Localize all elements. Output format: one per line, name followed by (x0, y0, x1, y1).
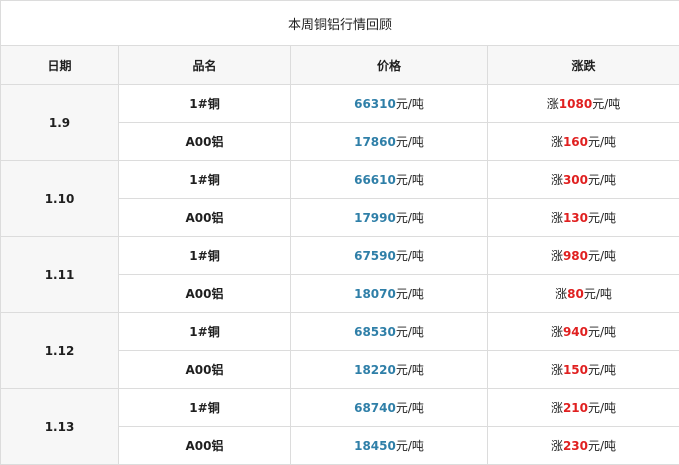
date-cell: 1.11 (0, 236, 119, 313)
date-cell: 1.13 (0, 388, 119, 465)
change-prefix: 涨 (550, 439, 563, 453)
price-unit: 元/吨 (395, 287, 424, 301)
change-prefix: 涨 (550, 325, 563, 339)
price-value: 68740 (354, 401, 396, 415)
price-unit: 元/吨 (395, 363, 424, 377)
header-date: 日期 (0, 45, 119, 85)
product-cell: 1#铜 (118, 160, 291, 199)
change-prefix: 涨 (550, 363, 563, 377)
price-value: 68530 (354, 325, 396, 339)
price-value: 66610 (354, 173, 396, 187)
product-cell: 1#铜 (118, 84, 291, 123)
price-unit: 元/吨 (395, 211, 424, 225)
price-value: 17860 (354, 135, 396, 149)
header-row: 日期 品名 价格 涨跌 (0, 45, 679, 85)
price-unit: 元/吨 (395, 173, 424, 187)
price-value: 17990 (354, 211, 396, 225)
price-value: 18070 (354, 287, 396, 301)
change-unit: 元/吨 (588, 439, 617, 453)
product-cell: 1#铜 (118, 236, 291, 275)
price-cell: 18070元/吨 (290, 274, 488, 313)
table-row: 1.9 1#铜 66310元/吨 涨1080元/吨 (0, 84, 679, 161)
price-unit: 元/吨 (395, 249, 424, 263)
change-value: 300 (562, 173, 589, 187)
price-cell: 17860元/吨 (290, 122, 488, 161)
price-cell: 66610元/吨 (290, 160, 488, 199)
change-value: 160 (562, 135, 589, 149)
change-unit: 元/吨 (588, 135, 617, 149)
change-cell: 涨1080元/吨 (486, 84, 679, 123)
price-cell: 68530元/吨 (290, 312, 488, 351)
product-cell: 1#铜 (118, 312, 291, 351)
change-unit: 元/吨 (583, 287, 612, 301)
date-cell: 1.12 (0, 312, 119, 389)
change-value: 980 (562, 249, 589, 263)
price-value: 18450 (354, 439, 396, 453)
header-product: 品名 (118, 45, 291, 85)
change-prefix: 涨 (550, 211, 563, 225)
product-cell: A00铝 (118, 122, 291, 161)
price-value: 66310 (354, 97, 396, 111)
price-cell: 18220元/吨 (290, 350, 488, 389)
change-value: 130 (562, 211, 589, 225)
price-unit: 元/吨 (395, 439, 424, 453)
product-cell: A00铝 (118, 350, 291, 389)
product-cell: 1#铜 (118, 388, 291, 427)
price-unit: 元/吨 (395, 325, 424, 339)
change-unit: 元/吨 (588, 363, 617, 377)
change-prefix: 涨 (555, 287, 568, 301)
change-cell: 涨160元/吨 (486, 122, 679, 161)
change-unit: 元/吨 (588, 173, 617, 187)
price-cell: 18450元/吨 (290, 426, 488, 465)
price-unit: 元/吨 (395, 401, 424, 415)
change-cell: 涨80元/吨 (486, 274, 679, 313)
table-row: 1.13 1#铜 68740元/吨 涨210元/吨 (0, 388, 679, 465)
product-cell: A00铝 (118, 426, 291, 465)
price-unit: 元/吨 (395, 135, 424, 149)
price-cell: 67590元/吨 (290, 236, 488, 275)
change-cell: 涨940元/吨 (486, 312, 679, 351)
product-cell: A00铝 (118, 274, 291, 313)
change-prefix: 涨 (550, 173, 563, 187)
change-value: 150 (562, 363, 589, 377)
change-value: 230 (562, 439, 589, 453)
price-cell: 66310元/吨 (290, 84, 488, 123)
change-unit: 元/吨 (588, 211, 617, 225)
change-unit: 元/吨 (588, 249, 617, 263)
header-change: 涨跌 (486, 45, 679, 85)
change-cell: 涨230元/吨 (486, 426, 679, 465)
price-cell: 68740元/吨 (290, 388, 488, 427)
header-price: 价格 (290, 45, 488, 85)
change-cell: 涨980元/吨 (486, 236, 679, 275)
change-value: 80 (567, 287, 584, 301)
change-prefix: 涨 (546, 97, 559, 111)
change-cell: 涨130元/吨 (486, 198, 679, 237)
change-unit: 元/吨 (588, 325, 617, 339)
change-value: 940 (562, 325, 589, 339)
change-unit: 元/吨 (588, 401, 617, 415)
change-unit: 元/吨 (592, 97, 621, 111)
change-value: 210 (562, 401, 589, 415)
change-cell: 涨300元/吨 (486, 160, 679, 199)
table-body: 1.9 1#铜 66310元/吨 涨1080元/吨 A00铝 17860元/吨 涨160元/… (0, 84, 679, 465)
price-value: 67590 (354, 249, 396, 263)
table-row: 1.10 1#铜 66610元/吨 涨300元/吨 (0, 160, 679, 237)
change-prefix: 涨 (550, 401, 563, 415)
price-unit: 元/吨 (395, 97, 424, 111)
table-row: 1.12 1#铜 68530元/吨 涨940元/吨 (0, 312, 679, 389)
price-value: 18220 (354, 363, 396, 377)
change-cell: 涨210元/吨 (486, 388, 679, 427)
change-prefix: 涨 (550, 249, 563, 263)
table-title: 本周铜铝行情回顾 (0, 0, 679, 46)
change-cell: 涨150元/吨 (486, 350, 679, 389)
date-cell: 1.9 (0, 84, 119, 161)
date-cell: 1.10 (0, 160, 119, 237)
table-row: 1.11 1#铜 67590元/吨 涨980元/吨 (0, 236, 679, 313)
change-prefix: 涨 (550, 135, 563, 149)
change-value: 1080 (558, 97, 593, 111)
price-cell: 17990元/吨 (290, 198, 488, 237)
product-cell: A00铝 (118, 198, 291, 237)
price-review-table: 本周铜铝行情回顾 日期 品名 价格 涨跌 1.9 1#铜 66310元/吨 涨1080… (0, 0, 679, 465)
